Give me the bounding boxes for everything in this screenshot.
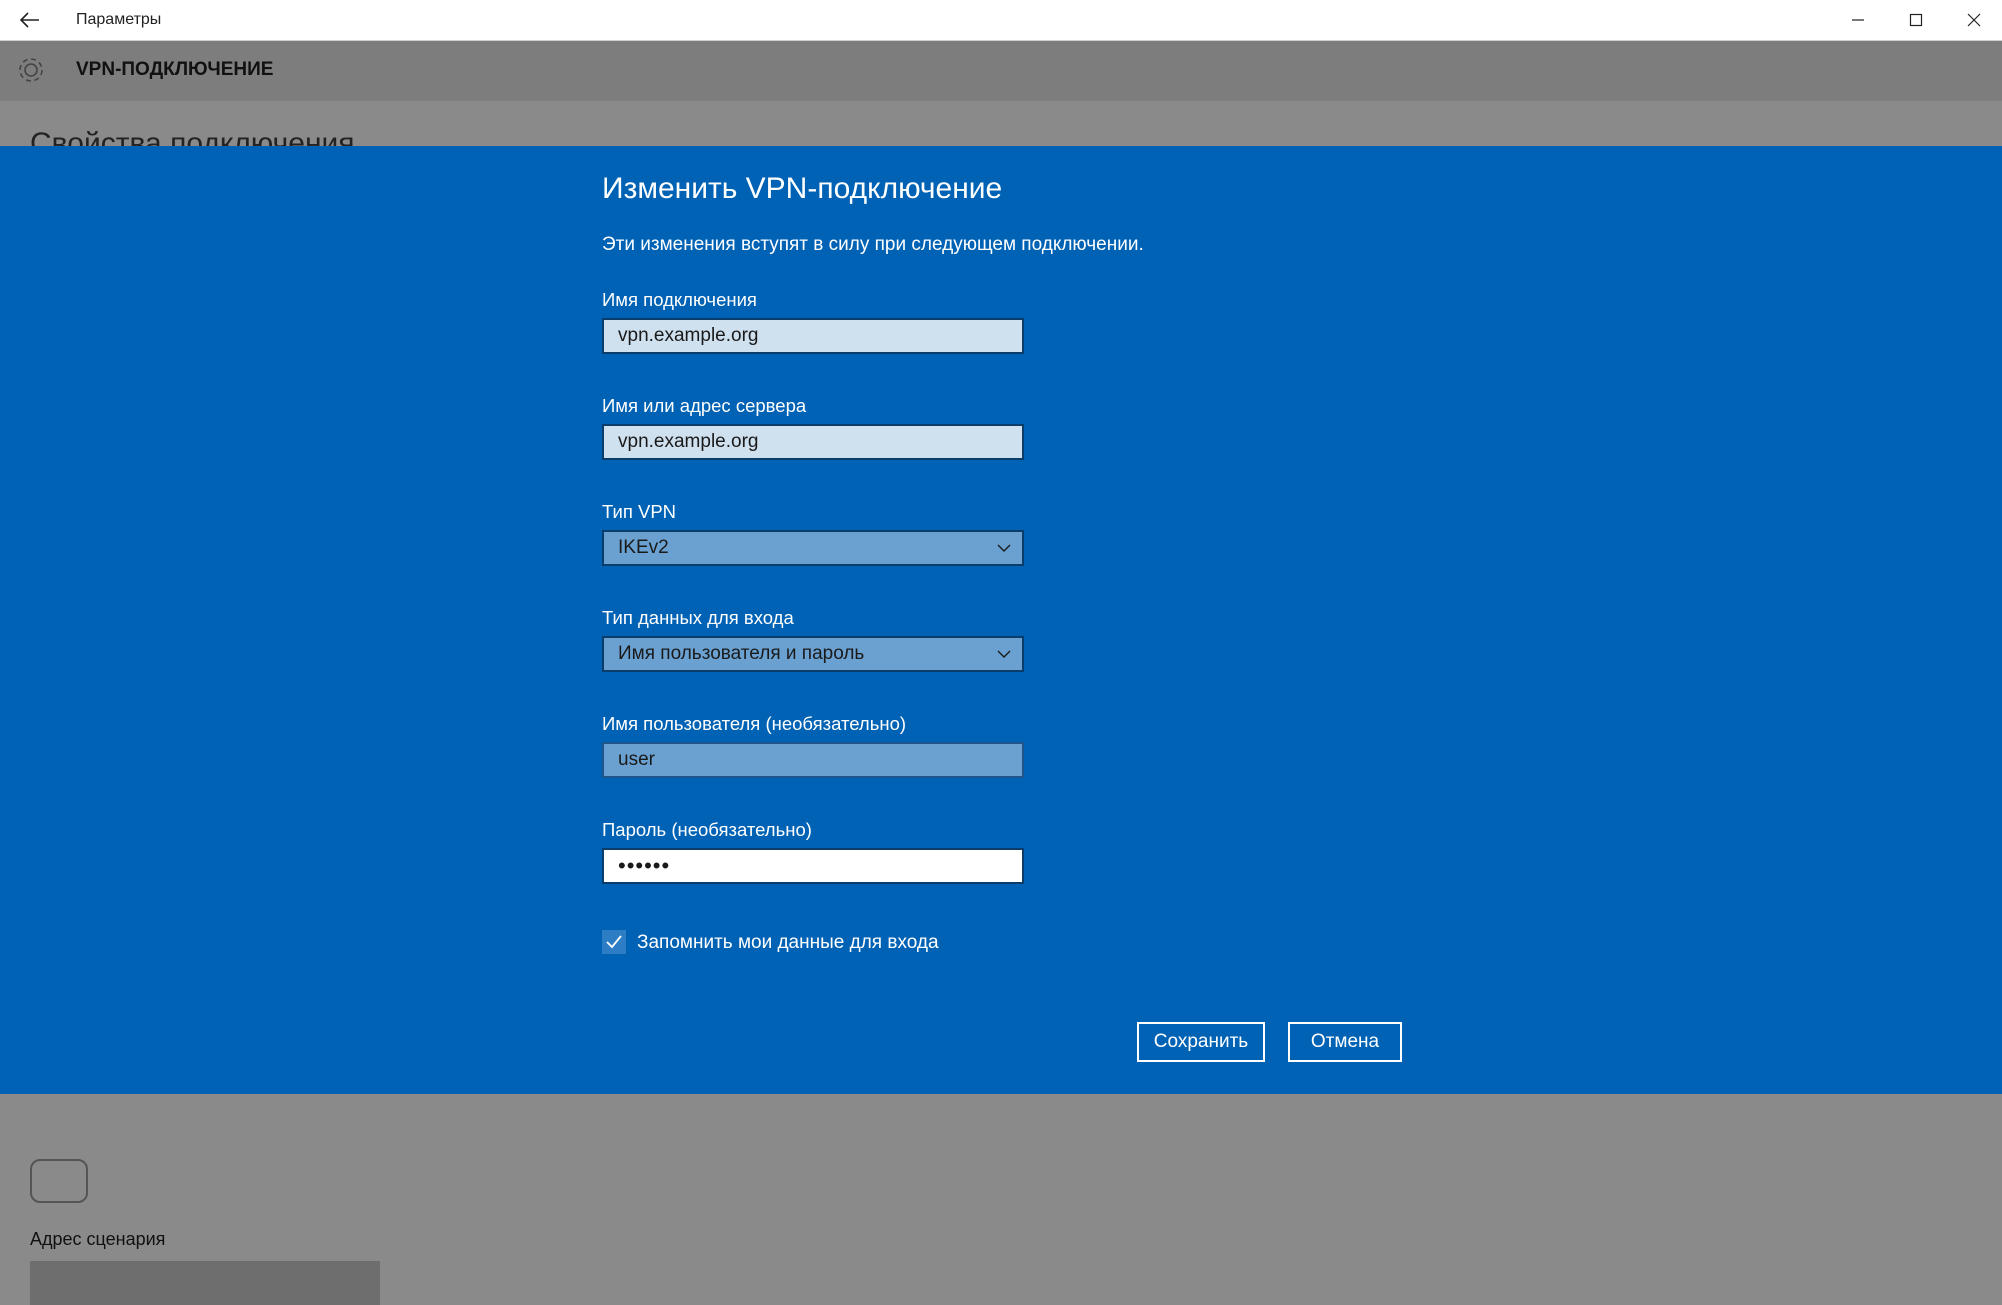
remember-label[interactable]: Запомнить мои данные для входа (637, 932, 939, 954)
connection-name-input[interactable]: vpn.example.org (602, 318, 1024, 354)
signin-type-label: Тип данных для входа (602, 607, 794, 628)
title-bar: Параметры (0, 0, 2002, 41)
signin-type-value: Имя пользователя и пароль (618, 643, 865, 664)
username-label: Имя пользователя (необязательно) (602, 713, 907, 734)
section-title: VPN-ПОДКЛЮЧЕНИЕ (76, 59, 274, 80)
remember-checkbox[interactable] (602, 930, 626, 954)
gear-icon (14, 53, 48, 87)
maximize-icon[interactable] (1888, 0, 1944, 40)
password-label: Пароль (необязательно) (602, 819, 812, 840)
toggle-partial (30, 1159, 88, 1203)
save-button[interactable]: Сохранить (1137, 1022, 1265, 1062)
server-input[interactable]: vpn.example.org (602, 424, 1024, 460)
vpn-type-select[interactable]: IKEv2 (602, 530, 1024, 566)
dialog-subtitle: Эти изменения вступят в силу при следующ… (602, 234, 1144, 255)
connection-name-label: Имя подключения (602, 289, 757, 310)
server-value: vpn.example.org (618, 431, 759, 452)
back-arrow-icon[interactable] (16, 6, 44, 34)
signin-type-select[interactable]: Имя пользователя и пароль (602, 636, 1024, 672)
script-address-label: Адрес сценария (30, 1229, 166, 1249)
connection-name-value: vpn.example.org (618, 325, 759, 346)
vpn-type-value: IKEv2 (618, 537, 669, 558)
chevron-down-icon (997, 544, 1011, 552)
window-title: Параметры (76, 11, 162, 28)
checkmark-icon (606, 935, 622, 949)
password-value: •••••• (618, 853, 671, 878)
username-value: user (618, 749, 655, 770)
vpn-type-label: Тип VPN (602, 501, 677, 522)
username-input[interactable]: user (602, 742, 1024, 778)
password-input[interactable]: •••••• (602, 848, 1024, 884)
close-icon[interactable] (1946, 0, 2002, 40)
cancel-button[interactable]: Отмена (1288, 1022, 1402, 1062)
server-label: Имя или адрес сервера (602, 395, 807, 416)
dialog-title: Изменить VPN-подключение (602, 172, 1003, 205)
minimize-icon[interactable] (1830, 0, 1886, 40)
script-address-input (30, 1261, 380, 1305)
edit-vpn-dialog: Изменить VPN-подключение Эти изменения в… (0, 146, 2002, 1094)
chevron-down-icon (997, 650, 1011, 658)
settings-header: VPN-ПОДКЛЮЧЕНИЕ (0, 41, 2002, 101)
